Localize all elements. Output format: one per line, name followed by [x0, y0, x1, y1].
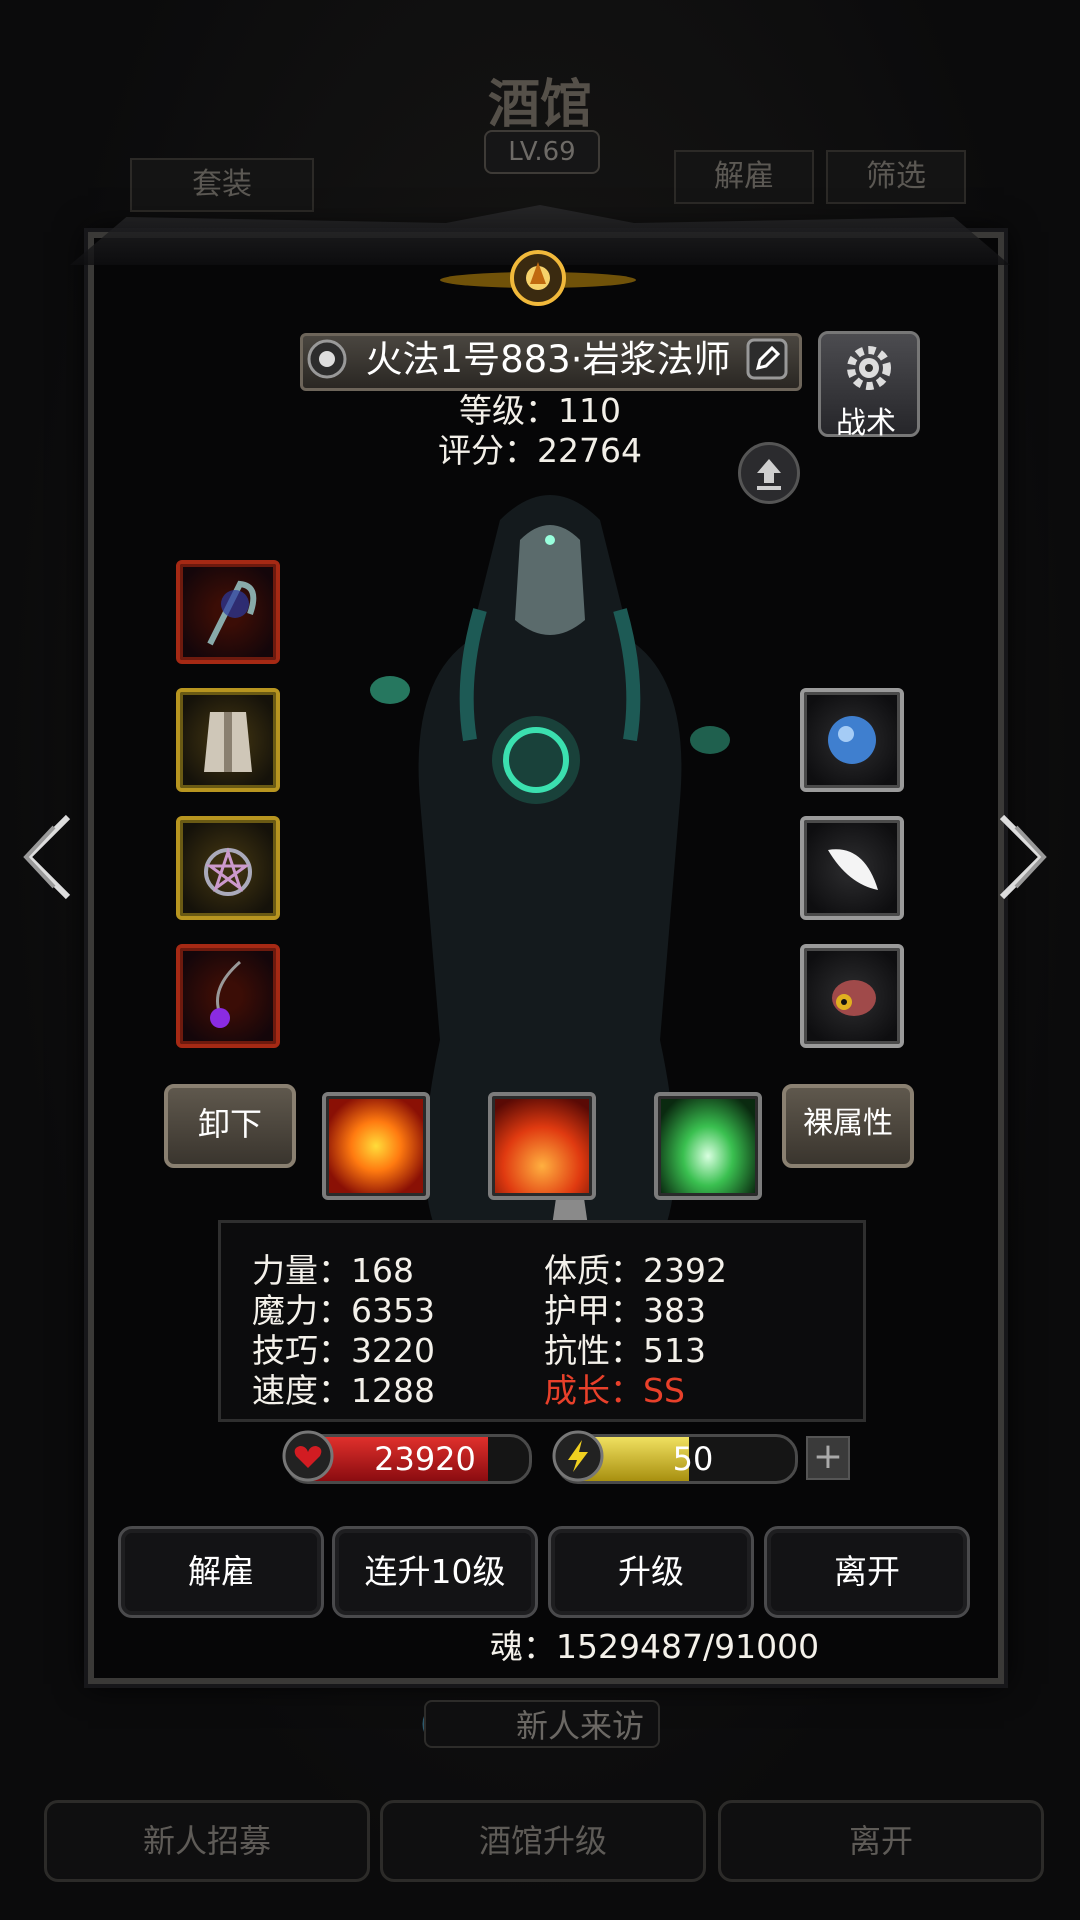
necklace-icon	[210, 960, 241, 1028]
hp-value: 23920	[374, 1440, 476, 1478]
soul-count: 魂：1529487/91000	[490, 1627, 820, 1666]
blue-orb-icon	[828, 716, 876, 764]
equip-slot-weapon[interactable]	[176, 560, 280, 664]
leave-button[interactable]: 离开	[764, 1526, 970, 1618]
scythe-icon	[207, 580, 257, 646]
tavern-level-badge: LV.69	[484, 130, 600, 174]
tactics-label: 战术	[836, 406, 896, 441]
suit-button[interactable]: 套装	[130, 158, 314, 212]
filter-button[interactable]: 筛选	[826, 150, 966, 204]
medallion-emblem-icon	[440, 250, 636, 306]
new-visitor-label: 新人来访	[424, 1700, 660, 1748]
settings-gear-icon[interactable]	[306, 338, 348, 380]
tavern-upgrade-button[interactable]: 酒馆升级	[380, 1800, 706, 1882]
equip-slot-orb[interactable]	[800, 688, 904, 792]
heart-icon	[282, 1430, 334, 1482]
equip-slot-armor[interactable]	[176, 688, 280, 792]
fire-hero-button[interactable]: 解雇	[118, 1526, 324, 1618]
next-hero-arrow-icon[interactable]	[992, 812, 1052, 902]
equip-slot-necklace[interactable]	[176, 944, 280, 1048]
footer-leave-button[interactable]: 离开	[718, 1800, 1044, 1882]
gear-icon	[847, 346, 891, 390]
levelup-button[interactable]: 升级	[548, 1526, 754, 1618]
levelup-10-button[interactable]: 连升10级	[332, 1526, 538, 1618]
equip-slot-eye[interactable]	[800, 944, 904, 1048]
stat-growth: 成长：SS	[544, 1371, 685, 1410]
eyeball-icon	[832, 980, 876, 1016]
hero-score: 评分：22764	[438, 431, 642, 470]
skill-green-beam-icon[interactable]	[654, 1092, 762, 1200]
bg-fire-button[interactable]: 解雇	[674, 150, 814, 204]
pentagram-amulet-icon	[204, 847, 252, 896]
add-energy-button[interactable]: +	[806, 1436, 850, 1480]
recruit-button[interactable]: 新人招募	[44, 1800, 370, 1882]
hero-name: 火法1号883·岩浆法师	[365, 338, 731, 381]
energy-value: 50	[672, 1440, 714, 1478]
robe-icon	[204, 712, 252, 772]
stat-speed: 速度：1288	[252, 1371, 435, 1410]
unequip-button[interactable]: 卸下	[164, 1084, 296, 1168]
bare-attributes-button[interactable]: 裸属性	[782, 1084, 914, 1168]
equip-slot-amulet[interactable]	[176, 816, 280, 920]
previous-hero-arrow-icon[interactable]	[18, 812, 78, 902]
tavern-title: 酒馆	[487, 75, 592, 135]
white-feather-icon	[828, 849, 878, 890]
skill-fire-explosion-icon[interactable]	[322, 1092, 430, 1200]
skill-flame-icon[interactable]	[488, 1092, 596, 1200]
upload-icon[interactable]	[738, 442, 800, 504]
lightning-icon	[552, 1430, 604, 1482]
equip-slot-feather[interactable]	[800, 816, 904, 920]
edit-name-icon[interactable]	[746, 338, 788, 380]
